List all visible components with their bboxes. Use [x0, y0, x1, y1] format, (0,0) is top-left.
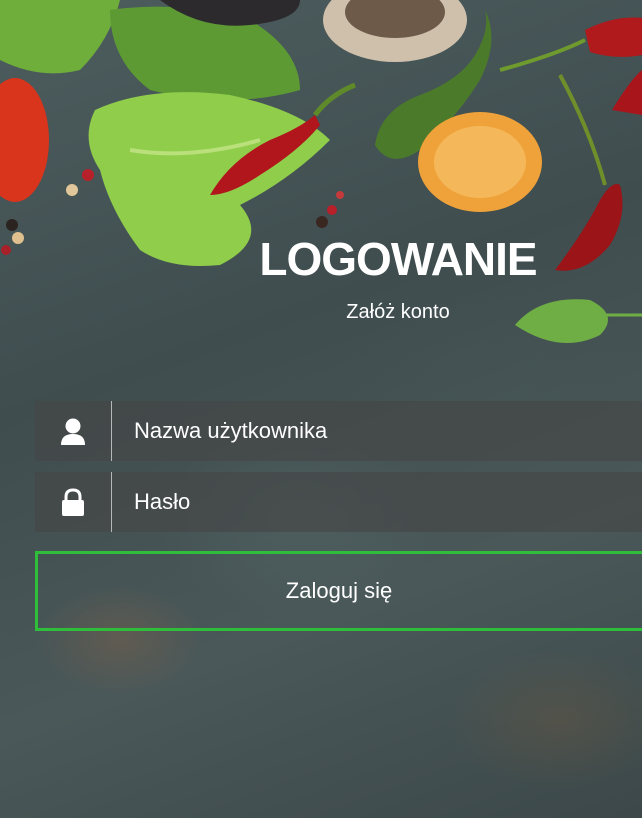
password-field[interactable] [35, 471, 642, 533]
lock-icon [35, 472, 112, 532]
user-icon [35, 401, 112, 461]
red-chili [612, 70, 642, 115]
username-field[interactable] [35, 400, 642, 462]
red-chili [585, 17, 642, 57]
red-pepper [0, 78, 49, 202]
peppercorn [327, 205, 337, 215]
peppercorn [66, 184, 78, 196]
peppercorn [82, 169, 94, 181]
peppercorn [6, 219, 18, 231]
peppercorn [316, 216, 328, 228]
peppercorn [336, 191, 344, 199]
password-input[interactable] [112, 471, 636, 533]
username-input[interactable] [112, 400, 636, 462]
login-button[interactable]: Zaloguj się [35, 551, 642, 631]
lettuce-leaf [0, 0, 120, 74]
register-link[interactable]: Załóż konto [0, 301, 642, 324]
page-title: LOGOWANIE [259, 233, 537, 285]
